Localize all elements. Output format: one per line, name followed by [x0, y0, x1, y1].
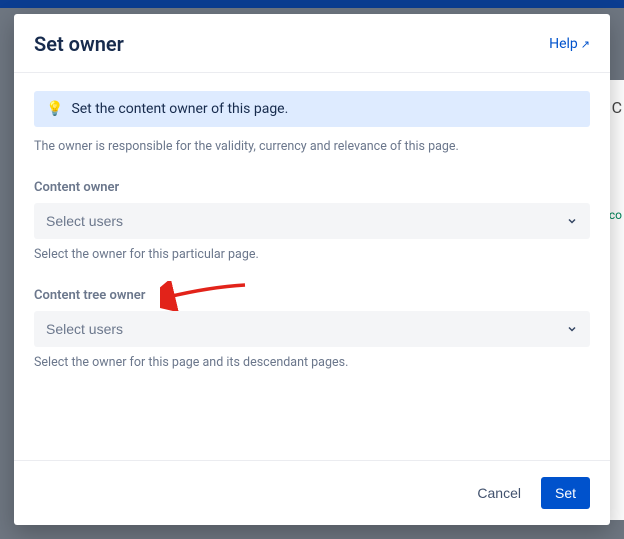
- content-owner-label: Content owner: [34, 180, 119, 195]
- set-button[interactable]: Set: [541, 477, 590, 509]
- info-banner-message: Set the content owner of this page.: [71, 101, 288, 117]
- content-owner-placeholder: Select users: [46, 213, 123, 229]
- chevron-down-icon: [566, 215, 578, 227]
- bg-letter: C: [612, 98, 622, 117]
- content-tree-owner-help: Select the owner for this page and its d…: [34, 355, 590, 370]
- bg-letter: co: [609, 208, 622, 222]
- dialog-header: Set owner Help ↗: [14, 14, 610, 73]
- lightbulb-icon: 💡: [46, 101, 63, 117]
- content-tree-owner-field: Content tree owner Select users Select t…: [34, 284, 590, 370]
- content-owner-field: Content owner Select users Select the ow…: [34, 176, 590, 262]
- content-tree-owner-label: Content tree owner: [34, 288, 145, 303]
- dialog-backdrop: C co Set owner Help ↗ 💡 Set the content …: [0, 0, 624, 539]
- content-tree-owner-placeholder: Select users: [46, 321, 123, 337]
- help-link-label: Help: [549, 36, 578, 52]
- cancel-button[interactable]: Cancel: [463, 477, 535, 509]
- chevron-down-icon: [566, 323, 578, 335]
- content-owner-help: Select the owner for this particular pag…: [34, 247, 590, 262]
- set-owner-dialog: Set owner Help ↗ 💡 Set the content owner…: [14, 14, 610, 525]
- content-tree-owner-select[interactable]: Select users: [34, 311, 590, 347]
- info-banner: 💡 Set the content owner of this page.: [34, 91, 590, 127]
- dialog-body: 💡 Set the content owner of this page. Th…: [14, 73, 610, 460]
- content-owner-select[interactable]: Select users: [34, 203, 590, 239]
- help-link[interactable]: Help ↗: [549, 36, 590, 52]
- dialog-description: The owner is responsible for the validit…: [34, 139, 590, 154]
- dialog-footer: Cancel Set: [14, 460, 610, 525]
- dialog-title: Set owner: [34, 32, 124, 56]
- external-link-icon: ↗: [581, 38, 590, 51]
